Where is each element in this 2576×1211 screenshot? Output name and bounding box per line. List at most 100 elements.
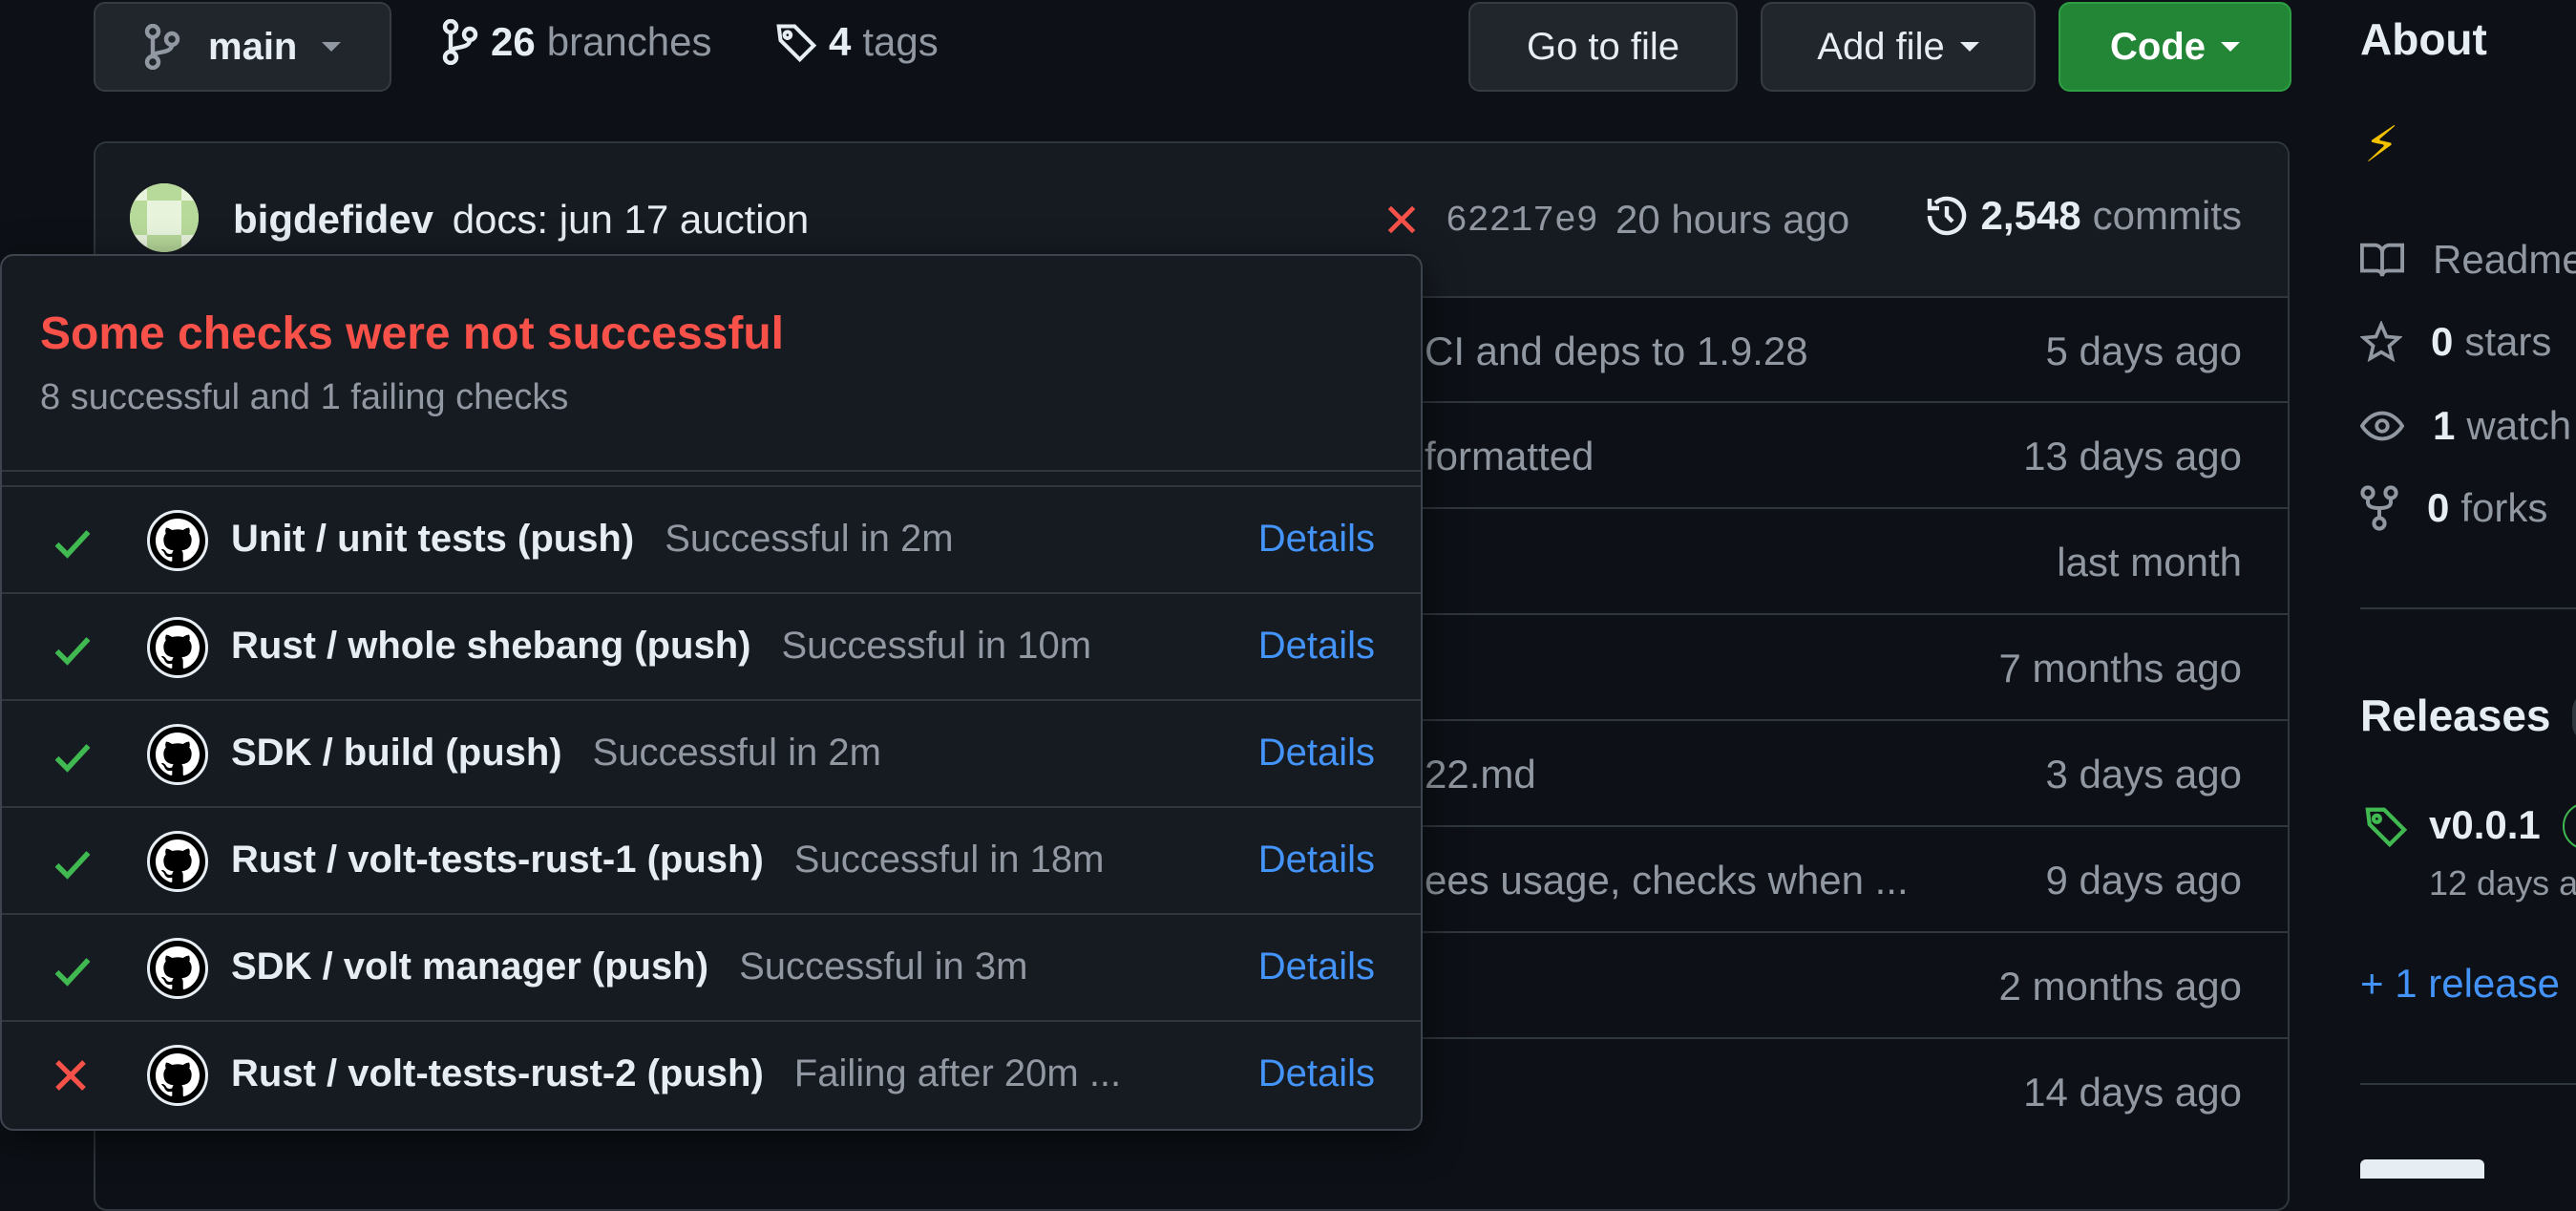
branch-name: main [208,25,298,68]
divider [2,470,1421,472]
file-commit-message[interactable]: CI and deps to 1.9.28 [1425,329,1808,374]
check-success-icon [52,521,94,563]
check-name: Rust / volt-tests-rust-2 (push) [231,1052,764,1094]
tags-count: 4 [829,19,852,64]
divider [2360,1083,2576,1085]
commit-author[interactable]: bigdefidev [233,197,433,242]
code-button[interactable]: Code [2059,2,2291,92]
add-file-button[interactable]: Add file [1761,2,2036,92]
file-commit-time: last month [2057,540,2242,584]
check-item: SDK / volt manager (push) Successful in 3… [2,913,1421,1020]
git-branch-icon [441,19,479,65]
stars-count: 0 [2431,319,2454,364]
watch-count: 1 [2433,403,2456,448]
watchers-link[interactable]: 1 watch [2360,403,2571,449]
github-icon [147,1045,208,1106]
check-item: Rust / volt-tests-rust-2 (push) Failing a… [2,1020,1421,1127]
check-success-icon [52,628,94,670]
history-icon [1924,193,1970,239]
latest-badge [2563,802,2576,850]
branches-label: branches [546,19,712,64]
forks-link[interactable]: 0 forks [2360,485,2547,531]
check-success-icon [52,735,94,777]
releases-heading[interactable]: Releases [2360,690,2551,741]
checks-popover: Some checks were not successful 8 succes… [0,254,1423,1131]
about-sidebar: About ⚡ Readme 0 stars 1 watch 0 forks R… [2360,0,2576,1179]
file-commit-time: 13 days ago [2023,434,2242,478]
stars-link[interactable]: 0 stars [2360,319,2551,365]
check-name: Unit / unit tests (push) [231,518,635,560]
check-success-icon [52,842,94,884]
book-icon [2360,241,2404,279]
go-to-file-button[interactable]: Go to file [1468,2,1738,92]
check-name: SDK / build (push) [231,732,562,774]
watch-label: watch [2466,403,2572,448]
forks-label: forks [2460,485,2548,530]
avatar[interactable] [130,183,199,252]
branches-count: 26 [491,19,536,64]
file-commit-message[interactable]: formatted [1425,434,1594,479]
commit-message[interactable]: docs: jun 17 auction [453,197,810,242]
commit-sha[interactable]: 62217e9 [1446,201,1598,242]
chevron-down-icon [2221,42,2240,52]
details-link[interactable]: Details [1258,625,1375,668]
file-commit-time: 5 days ago [2045,329,2243,373]
checks-title: Some checks were not successful [40,308,785,359]
check-item: Rust / volt-tests-rust-1 (push) Successfu… [2,806,1421,913]
file-commit-time: 9 days ago [2045,858,2243,903]
check-name: Rust / volt-tests-rust-1 (push) [231,839,764,881]
commit-failed-icon[interactable] [1384,202,1419,237]
tags-label: tags [862,19,939,64]
details-link[interactable]: Details [1258,945,1375,988]
check-item: SDK / build (push) Successful in 2m Detai… [2,699,1421,806]
github-icon [147,617,208,678]
commits-link[interactable]: 2,548 commits [1924,193,2242,239]
file-commit-time: 7 months ago [1998,646,2242,690]
check-status-text: Successful in 2m [592,732,881,774]
file-commit-message[interactable]: 22.md [1425,752,1536,797]
add-file-label: Add file [1817,25,1945,68]
readme-link[interactable]: Readme [2360,237,2576,283]
readme-label: Readme [2433,237,2576,282]
more-releases-link[interactable]: + 1 release [2360,961,2560,1007]
chevron-down-icon [1959,42,1979,52]
details-link[interactable]: Details [1258,732,1375,775]
chevron-down-icon [322,42,342,52]
file-commit-time: 2 months ago [1998,964,2242,1009]
check-name: SDK / volt manager (push) [231,945,709,988]
details-link[interactable]: Details [1258,1052,1375,1095]
github-icon [147,510,208,571]
eye-icon [2360,409,2404,443]
releases-count-badge [2572,691,2576,743]
about-emoji: ⚡ [2364,117,2399,173]
checks-subtitle: 8 successful and 1 failing checks [40,377,569,417]
git-branch-icon [143,24,181,70]
divider [2360,607,2576,609]
forks-count: 0 [2427,485,2450,530]
about-heading: About [2360,14,2487,64]
details-link[interactable]: Details [1258,839,1375,882]
file-commit-time: 3 days ago [2045,752,2243,797]
release-date: 12 days a [2429,863,2576,903]
check-status-text: Successful in 10m [781,625,1092,667]
code-label: Code [2110,25,2206,68]
github-icon [147,831,208,892]
file-commit-message[interactable]: ees usage, checks when ... [1425,858,1909,903]
go-to-file-label: Go to file [1526,25,1680,68]
branches-link[interactable]: 26 branches [441,19,712,65]
details-link[interactable]: Details [1258,518,1375,561]
check-failure-icon [52,1056,90,1094]
commits-count: 2,548 [1980,193,2081,238]
release-tag-icon [2364,804,2408,848]
commit-time: 20 hours ago [1615,197,1850,242]
check-item: Unit / unit tests (push) Successful in 2m… [2,485,1421,592]
github-icon [147,724,208,785]
release-tag[interactable]: v0.0.1 [2429,802,2541,848]
packages-heading-partial [2360,1159,2484,1179]
check-status-text: Successful in 18m [793,839,1105,881]
branch-select-button[interactable]: main [94,2,391,92]
check-status-text: Failing after 20m ... [793,1052,1122,1094]
tag-icon [775,21,817,63]
stars-label: stars [2464,319,2552,364]
tags-link[interactable]: 4 tags [775,19,939,65]
